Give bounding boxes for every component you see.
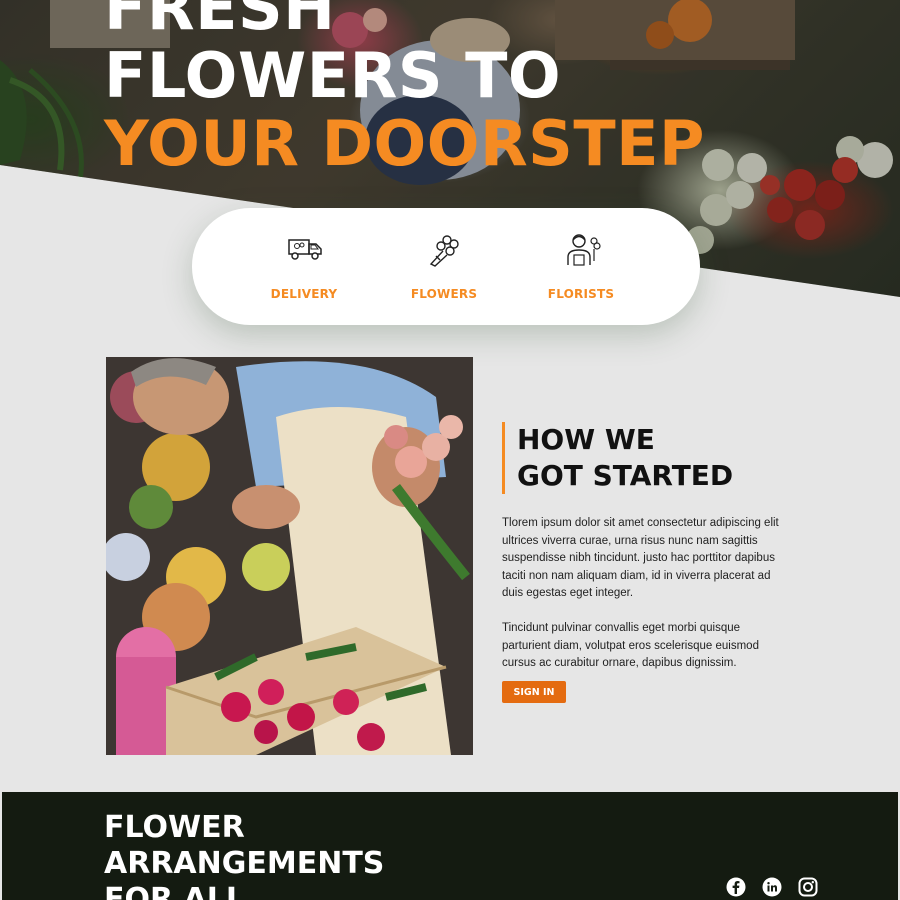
story-photo — [106, 357, 473, 755]
features-card: DELIVERY FLOWERS FLORISTS — [192, 208, 700, 325]
hero-title-line3: YOUR DOORSTEP — [104, 107, 705, 180]
linkedin-icon[interactable] — [762, 877, 782, 897]
feature-delivery[interactable]: DELIVERY — [244, 208, 364, 325]
instagram-icon[interactable] — [798, 877, 818, 897]
story-heading-line1: HOW WE — [517, 423, 655, 456]
story-paragraph-2: Tincidunt pulvinar convallis eget morbi … — [502, 622, 759, 669]
hero-title: FRESH FLOWERS TO YOUR DOORSTEP — [104, 0, 705, 178]
feature-florists[interactable]: FLORISTS — [521, 208, 641, 325]
feature-flowers[interactable]: FLOWERS — [384, 208, 504, 325]
feature-delivery-label: DELIVERY — [270, 287, 338, 301]
story-heading: HOW WE GOT STARTED — [502, 422, 733, 494]
florist-arranging-roses-photo — [106, 357, 473, 755]
footer-title: FLOWER ARRANGEMENTS FOR ALL — [104, 810, 384, 900]
florist-icon — [567, 234, 601, 266]
footer: FLOWER ARRANGEMENTS FOR ALL — [2, 792, 898, 900]
footer-title-line3: FOR ALL — [104, 882, 245, 900]
hero-title-line2: FLOWERS TO — [104, 39, 562, 112]
story-paragraph-1: Tlorem ipsum dolor sit amet consectetur … — [502, 517, 779, 599]
facebook-icon[interactable] — [726, 877, 746, 897]
delivery-van-icon — [288, 239, 322, 260]
bouquet-icon — [429, 235, 459, 267]
footer-title-line2: ARRANGEMENTS — [104, 846, 385, 881]
sign-in-button[interactable]: SIGN IN — [502, 681, 566, 703]
story-heading-line2: GOT STARTED — [517, 459, 734, 492]
footer-title-line1: FLOWER — [104, 810, 245, 845]
hero-title-line1: FRESH — [104, 0, 336, 44]
feature-flowers-label: FLOWERS — [410, 287, 478, 301]
feature-florists-label: FLORISTS — [547, 287, 615, 301]
